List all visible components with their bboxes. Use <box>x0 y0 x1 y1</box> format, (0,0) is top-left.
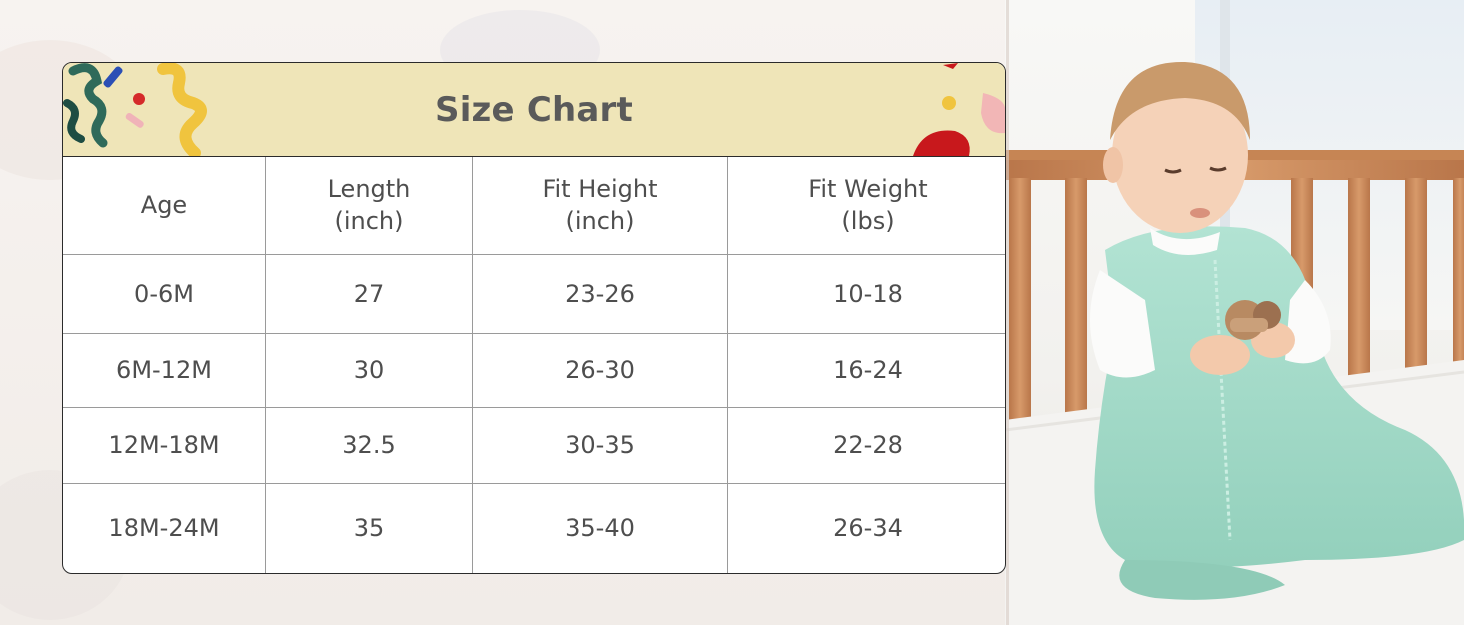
table-row: 6M-12M 30 26-30 16-24 <box>63 333 1005 408</box>
cell-fit-weight: 26-34 <box>833 514 903 543</box>
cell-fit-height: 26-30 <box>472 333 728 408</box>
column-header-fit-height: Fit Height (inch) <box>472 157 728 255</box>
cell-age: 0-6M <box>63 254 266 334</box>
header-unit: (lbs) <box>841 207 895 236</box>
table-header-row: Age Length (inch) Fit Height (inch) Fit We… <box>63 157 1005 255</box>
cell-length: 32.5 <box>265 407 473 484</box>
size-table: Age Length (inch) Fit Height (inch) Fit We… <box>63 157 1005 573</box>
cell-fit-weight: 16-24 <box>727 333 1005 408</box>
header-label: Fit Height <box>542 175 658 204</box>
column-header-age: Age <box>63 157 266 255</box>
cell-length: 35 <box>265 483 473 573</box>
chart-title: Size Chart <box>435 89 633 130</box>
cell-length: 27 <box>265 254 473 334</box>
table-row: 0-6M 27 23-26 10-18 <box>63 254 1005 334</box>
header-label: Age <box>140 191 188 220</box>
cell-age: 18M-24M <box>63 483 266 573</box>
column-header-length: Length (inch) <box>265 157 473 255</box>
cell-fit-height: 30-35 <box>472 407 728 484</box>
cell-fit-height: 23-26 <box>472 254 728 334</box>
cell-fit-weight: 10-18 <box>727 254 1005 334</box>
cell-age: 6M-12M <box>63 333 266 408</box>
header-unit: (inch) <box>565 207 635 236</box>
cell-length: 30 <box>265 333 473 408</box>
cell-age: 12M-18M <box>63 407 266 484</box>
column-header-fit-weight: Fit Weight (lbs) <box>727 157 1005 255</box>
table-row: 12M-18M 32.5 30-35 22-28 <box>63 407 1005 484</box>
header-unit: (inch) <box>334 207 404 236</box>
cell-fit-weight: 22-28 <box>727 407 1005 484</box>
size-chart-card: Size Chart Age Length (inch) Fit Height (i… <box>62 62 1006 574</box>
header-label: Length <box>327 175 411 204</box>
table-row: 18M-24M 35 35-40 26-34 <box>63 483 1005 573</box>
size-chart-header: Size Chart <box>63 63 1005 157</box>
header-label: Fit Weight <box>808 175 928 204</box>
baby-photo <box>1005 0 1464 625</box>
cell-fit-height: 35-40 <box>472 483 728 573</box>
product-photo <box>1005 0 1464 625</box>
